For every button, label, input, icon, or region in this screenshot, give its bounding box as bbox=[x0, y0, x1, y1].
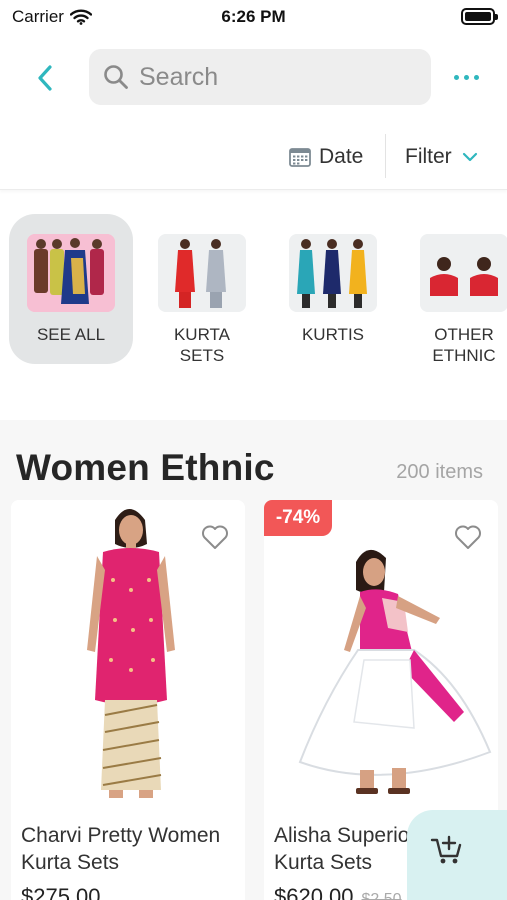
category-label: OTHER ETHNIC bbox=[432, 325, 496, 365]
category-label: KURTIS bbox=[301, 325, 365, 344]
filter-button[interactable]: Filter bbox=[405, 142, 478, 172]
battery-icon bbox=[461, 8, 498, 25]
heart-outline-icon[interactable] bbox=[454, 524, 482, 550]
category-kurtis[interactable]: KURTIS bbox=[271, 214, 395, 364]
sort-filter-bar: Date Filter bbox=[0, 128, 507, 190]
date-sort-label: Date bbox=[319, 145, 364, 168]
search-bar[interactable] bbox=[89, 49, 431, 105]
back-button[interactable] bbox=[30, 60, 60, 96]
search-input[interactable] bbox=[139, 62, 409, 92]
original-price: $2,50 bbox=[361, 891, 402, 900]
calendar-icon bbox=[289, 148, 311, 167]
product-price: $620.00 $2,50 bbox=[274, 884, 402, 900]
category-label: SEE ALL bbox=[36, 325, 106, 344]
product-price: $275.00 bbox=[21, 884, 101, 900]
category-strip: SEE ALL KURTA SETS KURTIS OTHER ETHNIC bbox=[0, 200, 507, 415]
category-image bbox=[289, 234, 377, 312]
category-image bbox=[420, 234, 507, 312]
add-to-cart-button[interactable] bbox=[407, 810, 507, 900]
filter-label: Filter bbox=[405, 145, 452, 168]
clock: 6:26 PM bbox=[221, 7, 286, 26]
date-sort-button[interactable]: Date bbox=[289, 142, 363, 172]
product-name: Charvi Pretty Women Kurta Sets bbox=[21, 824, 221, 874]
chevron-down-icon bbox=[462, 152, 477, 162]
heart-outline-icon[interactable] bbox=[201, 524, 229, 550]
section-title: Women Ethnic bbox=[16, 447, 275, 488]
product-card[interactable]: Charvi Pretty Women Kurta Sets $275.00 bbox=[11, 500, 245, 900]
category-other-ethnic[interactable]: OTHER ETHNIC bbox=[402, 214, 507, 365]
category-image bbox=[27, 234, 115, 312]
category-image bbox=[158, 234, 246, 312]
item-count: 200 items bbox=[396, 461, 483, 483]
divider bbox=[385, 134, 386, 178]
discount-badge: -74% bbox=[264, 500, 332, 536]
category-kurta-sets[interactable]: KURTA SETS bbox=[140, 214, 264, 365]
price-value: $620.00 bbox=[274, 884, 354, 900]
more-dots-icon bbox=[453, 74, 459, 80]
category-see-all[interactable]: SEE ALL bbox=[9, 214, 133, 364]
add-to-cart-icon bbox=[430, 835, 462, 864]
search-icon bbox=[104, 65, 128, 89]
back-chevron-icon bbox=[38, 65, 52, 91]
more-button[interactable] bbox=[447, 64, 485, 90]
status-bar: Carrier 6:26 PM bbox=[0, 0, 507, 36]
price-value: $275.00 bbox=[21, 884, 101, 900]
category-label: KURTA SETS bbox=[173, 325, 231, 365]
